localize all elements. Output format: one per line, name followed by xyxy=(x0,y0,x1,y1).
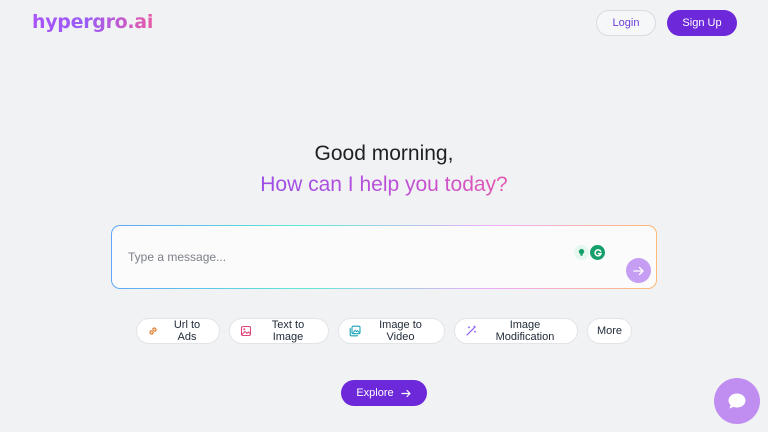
image-modification-button[interactable]: Image Modification xyxy=(454,318,578,344)
chat-bubble-icon xyxy=(728,393,746,409)
arrow-right-icon xyxy=(632,266,644,275)
logo[interactable]: hypergro.ai xyxy=(32,10,153,34)
image-icon xyxy=(240,325,252,337)
url-to-ads-label: Url to Ads xyxy=(173,319,201,343)
magic-wand-icon xyxy=(465,325,477,337)
message-input[interactable] xyxy=(128,248,548,266)
text-to-image-label: Text to Image xyxy=(271,319,305,343)
send-button[interactable] xyxy=(626,258,651,283)
help-subheading-text: How can I help you today? xyxy=(260,173,508,196)
image-to-video-button[interactable]: Image to Video xyxy=(338,318,445,344)
lightbulb-icon[interactable] xyxy=(574,245,589,260)
help-subheading: How can I help you today? xyxy=(0,172,768,198)
grammarly-icon[interactable] xyxy=(590,245,605,260)
image-modification-label: Image Modification xyxy=(495,319,555,343)
images-icon xyxy=(349,325,361,337)
login-button[interactable]: Login xyxy=(596,10,656,36)
signup-button[interactable]: Sign Up xyxy=(667,10,737,36)
explore-button[interactable]: Explore xyxy=(341,380,427,406)
message-composer-inner xyxy=(112,226,656,288)
app-root: hypergro.ai Login Sign Up Good morning, … xyxy=(0,0,768,432)
link-icon xyxy=(147,325,159,337)
message-composer xyxy=(111,225,657,289)
text-to-image-button[interactable]: Text to Image xyxy=(229,318,329,344)
explore-label: Explore xyxy=(356,387,394,399)
chat-widget-button[interactable] xyxy=(714,378,760,424)
more-button[interactable]: More xyxy=(587,318,632,344)
url-to-ads-button[interactable]: Url to Ads xyxy=(136,318,220,344)
more-label: More xyxy=(596,325,623,337)
image-to-video-label: Image to Video xyxy=(379,319,422,343)
arrow-right-icon xyxy=(401,389,411,397)
greeting-heading: Good morning, xyxy=(314,142,454,165)
